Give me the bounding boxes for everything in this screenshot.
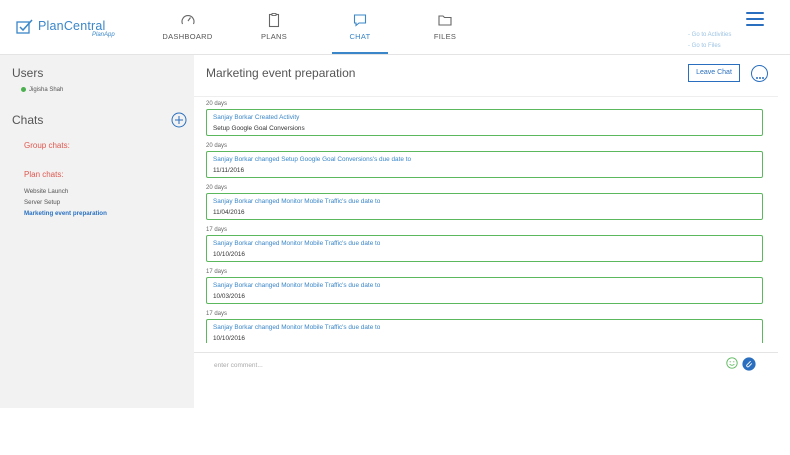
folder-icon bbox=[438, 15, 452, 26]
feed-item-card: Sanjay Borkar changed Setup Google Goal … bbox=[206, 151, 763, 178]
feed-item-detail: 10/10/2016 bbox=[213, 251, 245, 258]
feed-item-card: Sanjay Borkar changed Monitor Mobile Tra… bbox=[206, 235, 763, 262]
hamburger-menu-icon[interactable] bbox=[746, 12, 764, 26]
attach-file-icon[interactable] bbox=[742, 357, 756, 371]
header-quick-links: - Go to Activities - Go to Files bbox=[688, 30, 731, 52]
plan-chat-marketing-event[interactable]: Marketing event preparation bbox=[24, 210, 107, 217]
chat-bubble-icon bbox=[353, 14, 367, 27]
emoji-icon[interactable] bbox=[726, 357, 738, 369]
clipboard-icon bbox=[268, 13, 280, 28]
tab-files[interactable]: FILES bbox=[423, 12, 467, 54]
feed-item: 20 days Sanjay Borkar changed Setup Goog… bbox=[206, 142, 763, 178]
feed-item: 17 days Sanjay Borkar changed Monitor Mo… bbox=[206, 226, 763, 262]
feed-item-text[interactable]: Sanjay Borkar changed Monitor Mobile Tra… bbox=[213, 280, 756, 291]
tab-dashboard[interactable]: DASHBOARD bbox=[160, 12, 215, 54]
go-to-activities-link[interactable]: - Go to Activities bbox=[688, 30, 731, 41]
feed-item: 20 days Sanjay Borkar changed Monitor Mo… bbox=[206, 184, 763, 220]
feed-item-age: 20 days bbox=[206, 101, 228, 107]
dashboard-gauge-icon bbox=[180, 15, 195, 25]
chat-title: Marketing event preparation bbox=[206, 66, 356, 80]
activity-feed[interactable]: 20 days Sanjay Borkar Created Activity S… bbox=[194, 97, 778, 343]
plancentral-logo[interactable]: PlanCentral PlanApp bbox=[16, 17, 116, 41]
feed-item-detail: Setup Google Goal Conversions bbox=[213, 125, 305, 132]
more-options-icon[interactable] bbox=[751, 65, 768, 82]
feed-item-text[interactable]: Sanjay Borkar Created Activity bbox=[213, 112, 756, 123]
chats-heading: Chats bbox=[12, 113, 44, 127]
feed-item-age: 20 days bbox=[206, 143, 228, 149]
feed-item-text[interactable]: Sanjay Borkar changed Monitor Mobile Tra… bbox=[213, 196, 756, 207]
feed-item-age: 17 days bbox=[206, 269, 228, 275]
feed-item-detail: 10/10/2016 bbox=[213, 335, 245, 342]
go-to-files-link[interactable]: - Go to Files bbox=[688, 41, 731, 52]
feed-item-card: Sanjay Borkar changed Monitor Mobile Tra… bbox=[206, 193, 763, 220]
feed-item-detail: 11/11/2016 bbox=[213, 167, 245, 174]
logo-check-icon bbox=[16, 19, 33, 34]
online-status-icon bbox=[21, 87, 26, 92]
user-item[interactable]: Jigisha Shah bbox=[21, 87, 63, 93]
feed-item-age: 17 days bbox=[206, 227, 228, 233]
tab-plans[interactable]: PLANS bbox=[252, 12, 296, 54]
group-chats-heading: Group chats: bbox=[24, 141, 70, 150]
add-chat-icon[interactable] bbox=[171, 112, 187, 128]
plan-chat-website-launch[interactable]: Website Launch bbox=[24, 188, 68, 195]
feed-item: 20 days Sanjay Borkar Created Activity S… bbox=[206, 100, 763, 136]
sidebar: Users Jigisha Shah Chats Group chats: Pl… bbox=[0, 55, 194, 408]
comment-divider bbox=[194, 352, 778, 353]
tab-dashboard-label: DASHBOARD bbox=[162, 32, 213, 41]
feed-item-card: Sanjay Borkar changed Monitor Mobile Tra… bbox=[206, 319, 763, 343]
user-name: Jigisha Shah bbox=[29, 87, 64, 94]
feed-item: 17 days Sanjay Borkar changed Monitor Mo… bbox=[206, 310, 763, 343]
plan-chats-heading: Plan chats: bbox=[24, 170, 64, 179]
feed-item-age: 17 days bbox=[206, 311, 228, 317]
comment-input[interactable] bbox=[214, 358, 704, 372]
tab-plans-label: PLANS bbox=[260, 32, 288, 41]
brand-sub: PlanApp bbox=[92, 32, 115, 38]
feed-item-text[interactable]: Sanjay Borkar changed Monitor Mobile Tra… bbox=[213, 238, 756, 249]
feed-item-card: Sanjay Borkar Created Activity Setup Goo… bbox=[206, 109, 763, 136]
feed-item-text[interactable]: Sanjay Borkar changed Setup Google Goal … bbox=[213, 154, 756, 165]
tab-files-label: FILES bbox=[433, 32, 457, 41]
tab-chat[interactable]: CHAT bbox=[332, 12, 388, 54]
feed-item-text[interactable]: Sanjay Borkar changed Monitor Mobile Tra… bbox=[213, 322, 756, 333]
app-header: PlanCentral PlanApp DASHBOARD PLANS CHAT… bbox=[0, 0, 790, 54]
feed-item-detail: 10/03/2016 bbox=[213, 293, 245, 300]
tab-chat-label: CHAT bbox=[349, 32, 371, 41]
leave-chat-button[interactable]: Leave Chat bbox=[688, 64, 740, 82]
feed-item-card: Sanjay Borkar changed Monitor Mobile Tra… bbox=[206, 277, 763, 304]
brand-name: PlanCentral bbox=[38, 19, 106, 33]
feed-item-age: 20 days bbox=[206, 185, 228, 191]
plan-chat-server-setup[interactable]: Server Setup bbox=[24, 199, 60, 206]
feed-item: 17 days Sanjay Borkar changed Monitor Mo… bbox=[206, 268, 763, 304]
feed-item-detail: 11/04/2016 bbox=[213, 209, 245, 216]
users-heading: Users bbox=[12, 66, 44, 80]
